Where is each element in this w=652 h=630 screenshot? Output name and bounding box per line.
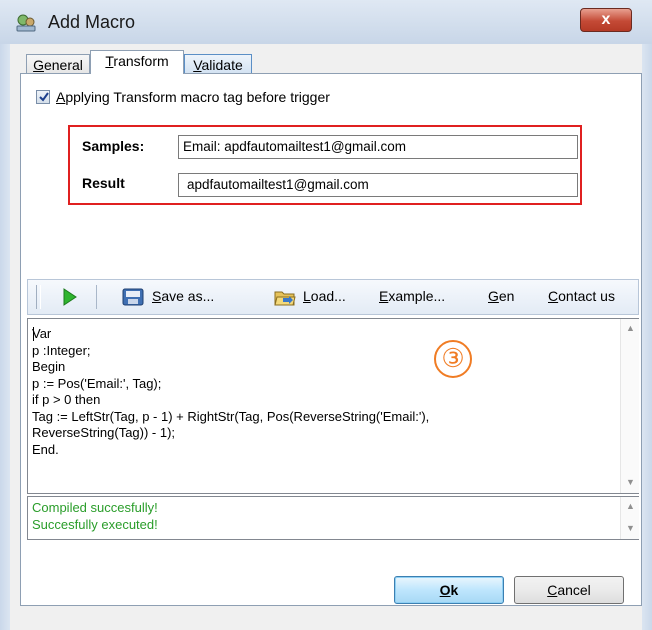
- cancel-button[interactable]: Cancel: [514, 576, 624, 604]
- save-icon: [122, 288, 144, 306]
- samples-label: Samples:: [82, 138, 145, 154]
- contact-us-button[interactable]: Contact us: [548, 288, 615, 304]
- window-frame-right: [642, 44, 652, 630]
- output-line: Succesfully executed!: [32, 517, 158, 532]
- toolbar-separator: [96, 285, 97, 309]
- close-button[interactable]: x: [580, 8, 632, 32]
- ok-button[interactable]: Ok: [394, 576, 504, 604]
- scroll-up-icon[interactable]: ▲: [626, 323, 635, 333]
- title-bar[interactable]: Add Macro x: [0, 0, 652, 44]
- output-scrollbar[interactable]: ▲ ▼: [620, 497, 639, 539]
- scroll-down-icon[interactable]: ▼: [626, 523, 635, 533]
- scroll-down-icon[interactable]: ▼: [626, 477, 635, 487]
- apply-transform-checkbox[interactable]: [36, 90, 50, 104]
- tab-transform[interactable]: Transform: [90, 50, 184, 74]
- gen-button[interactable]: Gen: [488, 288, 514, 304]
- window-frame-left: [0, 44, 10, 630]
- play-icon[interactable]: [62, 287, 78, 307]
- code-text[interactable]: Var p :Integer; Begin p := Pos('Email:',…: [32, 326, 429, 458]
- window-title: Add Macro: [48, 12, 136, 32]
- checkmark-icon: [39, 92, 49, 102]
- toolbar-grip[interactable]: [36, 285, 41, 309]
- code-editor-scrollbar[interactable]: ▲ ▼: [620, 319, 639, 493]
- example-button[interactable]: Example...: [379, 288, 445, 304]
- folder-open-icon: [274, 291, 296, 306]
- scroll-up-icon[interactable]: ▲: [626, 501, 635, 511]
- result-label: Result: [82, 175, 125, 191]
- macro-app-icon: [16, 14, 36, 32]
- annotation-marker: ③: [434, 340, 472, 378]
- output-line: Compiled succesfully!: [32, 500, 158, 515]
- samples-input[interactable]: Email: apdfautomailtest1@gmail.com: [178, 135, 578, 159]
- apply-transform-label[interactable]: Applying Transform macro tag before trig…: [56, 89, 330, 105]
- add-macro-dialog: Add Macro x General Transform Validate A…: [0, 0, 652, 630]
- load-button[interactable]: Load...: [303, 288, 346, 304]
- result-input[interactable]: apdfautomailtest1@gmail.com: [178, 173, 578, 197]
- close-icon: x: [601, 11, 611, 28]
- text-caret: [33, 327, 34, 341]
- save-as-button[interactable]: Save as...: [152, 288, 214, 304]
